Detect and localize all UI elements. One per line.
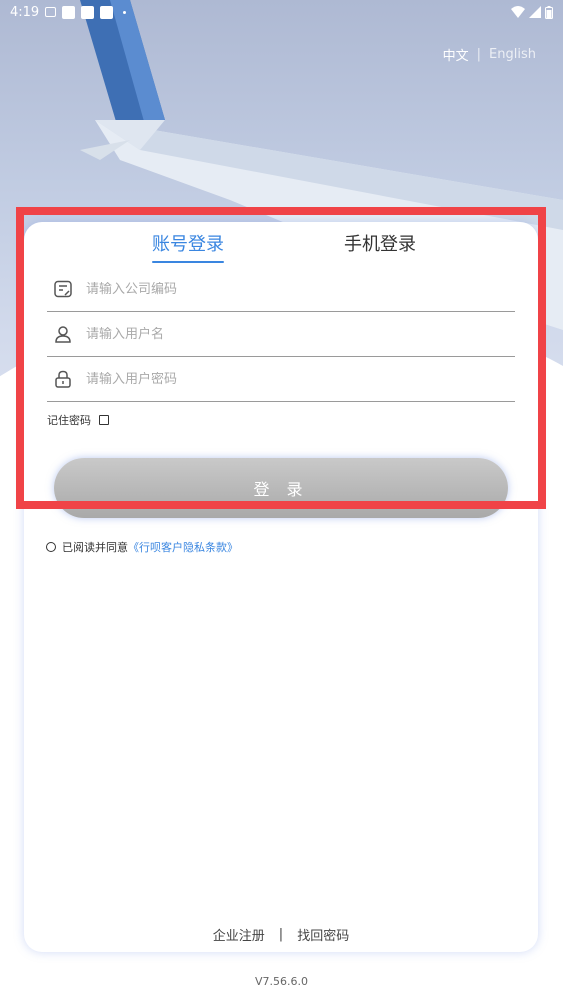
user-icon <box>54 325 72 343</box>
agreement-row: 已阅读并同意 《行呗客户隐私条款》 <box>46 539 238 555</box>
password-field[interactable] <box>47 357 515 402</box>
password-input[interactable] <box>86 371 466 387</box>
register-link[interactable]: 企业注册 <box>213 925 265 944</box>
language-switch: 中文 | English <box>443 45 536 64</box>
agreement-radio[interactable] <box>46 542 56 552</box>
agreement-text: 已阅读并同意 <box>62 541 128 554</box>
remember-password-checkbox[interactable] <box>99 415 109 425</box>
notification-icon <box>81 5 95 19</box>
status-bar: 4:19 <box>0 0 563 24</box>
version-text: V7.56.6.0 <box>254 975 308 988</box>
notification-icon <box>100 5 114 19</box>
more-notifications-icon <box>123 10 127 14</box>
username-input[interactable] <box>86 326 466 342</box>
signal-icon <box>529 6 541 18</box>
notification-icon <box>62 5 76 19</box>
language-chinese[interactable]: 中文 <box>443 45 469 64</box>
tab-account-login[interactable]: 账号登录 <box>152 230 224 263</box>
remember-password-label: 记住密码 <box>47 414 91 427</box>
login-button[interactable]: 登 录 <box>54 458 508 518</box>
footer-separator: | <box>278 927 284 942</box>
language-english[interactable]: English <box>489 47 536 62</box>
company-code-field[interactable] <box>47 267 515 312</box>
lock-icon <box>54 370 72 388</box>
retrieve-password-link[interactable]: 找回密码 <box>297 925 349 944</box>
tab-phone-login[interactable]: 手机登录 <box>344 230 416 256</box>
remember-password[interactable]: 记住密码 <box>47 412 109 428</box>
status-time: 4:19 <box>10 4 40 20</box>
document-edit-icon <box>54 280 72 298</box>
login-tabs: 账号登录 手机登录 <box>24 230 538 270</box>
privacy-terms-link[interactable]: 《行呗客户隐私条款》 <box>128 539 238 555</box>
notification-icon <box>45 7 57 17</box>
login-card: 账号登录 手机登录 记住密码 登 录 已阅读并同意 《行呗客户隐私条款》 企业注… <box>24 222 538 952</box>
language-separator: | <box>476 47 482 62</box>
status-left: 4:19 <box>10 4 127 20</box>
battery-icon <box>545 5 553 19</box>
wifi-icon <box>511 6 525 18</box>
footer-links: 企业注册 | 找回密码 <box>24 925 538 944</box>
username-field[interactable] <box>47 312 515 357</box>
status-right <box>511 5 553 19</box>
company-code-input[interactable] <box>86 281 466 297</box>
